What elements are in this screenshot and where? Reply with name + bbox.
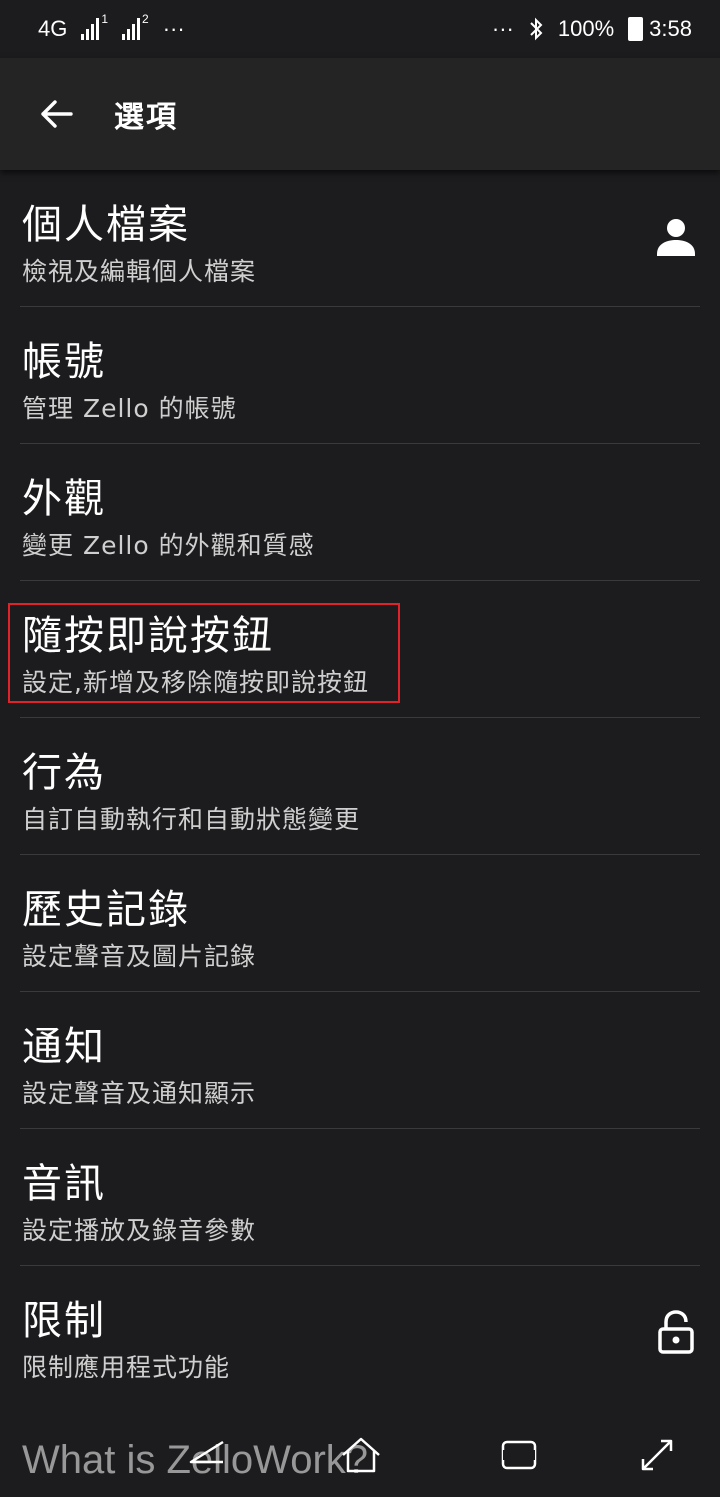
settings-item-audio[interactable]: 音訊 設定播放及錄音參數 bbox=[20, 1129, 700, 1266]
signal-icon bbox=[122, 18, 141, 40]
settings-item-history[interactable]: 歷史記錄 設定聲音及圖片記錄 bbox=[20, 855, 700, 992]
nav-back-button[interactable] bbox=[182, 1432, 232, 1478]
signal-icon bbox=[81, 18, 100, 40]
item-title: 限制 bbox=[22, 1298, 106, 1344]
settings-list: 個人檔案 檢視及編輯個人檔案 帳號 管理 Zello 的帳號 外觀 變更 Zel… bbox=[0, 170, 720, 1403]
nav-home-button[interactable] bbox=[336, 1432, 386, 1478]
arrow-left-icon bbox=[41, 100, 73, 128]
item-subtitle: 設定聲音及通知顯示 bbox=[22, 1079, 257, 1108]
item-subtitle: 變更 Zello 的外觀和質感 bbox=[22, 531, 315, 560]
item-title: 帳號 bbox=[22, 339, 106, 385]
item-subtitle: 限制應用程式功能 bbox=[22, 1353, 231, 1382]
nav-recents-button[interactable] bbox=[494, 1432, 544, 1478]
item-title: 隨按即說按鈕 bbox=[22, 613, 274, 659]
item-title: 個人檔案 bbox=[22, 202, 190, 248]
nav-back-icon bbox=[189, 1440, 224, 1464]
clock: 3:58 bbox=[649, 16, 692, 41]
bluetooth-icon bbox=[530, 17, 543, 41]
item-title: 外觀 bbox=[22, 476, 106, 522]
item-subtitle: 自訂自動執行和自動狀態變更 bbox=[22, 805, 361, 834]
battery-icon bbox=[628, 17, 644, 41]
item-title: 通知 bbox=[22, 1024, 106, 1070]
settings-item-ptt-buttons[interactable]: 隨按即說按鈕 設定,新增及移除隨按即說按鈕 bbox=[20, 581, 700, 718]
item-subtitle: 設定,新增及移除隨按即說按鈕 bbox=[22, 668, 369, 697]
app-bar: 選項 bbox=[0, 58, 720, 170]
sim2-label: 2 bbox=[142, 12, 149, 26]
back-button[interactable] bbox=[26, 84, 86, 144]
more-status-icon: ··· bbox=[491, 16, 514, 41]
item-title: 音訊 bbox=[22, 1161, 106, 1207]
battery-percent: 100% bbox=[557, 16, 615, 41]
nav-expand-button[interactable] bbox=[632, 1432, 682, 1478]
item-title: 行為 bbox=[22, 750, 106, 796]
person-icon bbox=[657, 219, 695, 256]
home-icon bbox=[342, 1437, 380, 1473]
settings-item-behavior[interactable]: 行為 自訂自動執行和自動狀態變更 bbox=[20, 718, 700, 855]
page-title: 選項 bbox=[114, 100, 178, 135]
status-bar: 4G 1 2 ··· ··· 100% 3:58 bbox=[0, 0, 720, 58]
status-left: 4G 1 2 ··· bbox=[38, 12, 185, 42]
item-subtitle: 設定播放及錄音參數 bbox=[22, 1216, 257, 1245]
settings-item-notifications[interactable]: 通知 設定聲音及通知顯示 bbox=[20, 992, 700, 1129]
navigation-bar bbox=[0, 1412, 720, 1497]
settings-item-appearance[interactable]: 外觀 變更 Zello 的外觀和質感 bbox=[20, 444, 700, 581]
more-notifications-icon: ··· bbox=[162, 16, 185, 41]
item-subtitle: 管理 Zello 的帳號 bbox=[22, 394, 237, 423]
settings-item-profile[interactable]: 個人檔案 檢視及編輯個人檔案 bbox=[20, 170, 700, 307]
status-right: ··· 100% 3:58 bbox=[492, 16, 692, 42]
item-title: 歷史記錄 bbox=[22, 887, 190, 933]
sim1-label: 1 bbox=[101, 12, 109, 26]
settings-item-restrictions[interactable]: 限制 限制應用程式功能 bbox=[20, 1266, 700, 1403]
expand-icon bbox=[641, 1439, 673, 1471]
item-subtitle: 設定聲音及圖片記錄 bbox=[22, 942, 257, 971]
network-type: 4G bbox=[38, 16, 68, 41]
recent-apps-icon bbox=[501, 1440, 537, 1470]
item-subtitle: 檢視及編輯個人檔案 bbox=[22, 257, 257, 286]
lock-icon bbox=[658, 1310, 694, 1354]
settings-item-account[interactable]: 帳號 管理 Zello 的帳號 bbox=[20, 307, 700, 444]
